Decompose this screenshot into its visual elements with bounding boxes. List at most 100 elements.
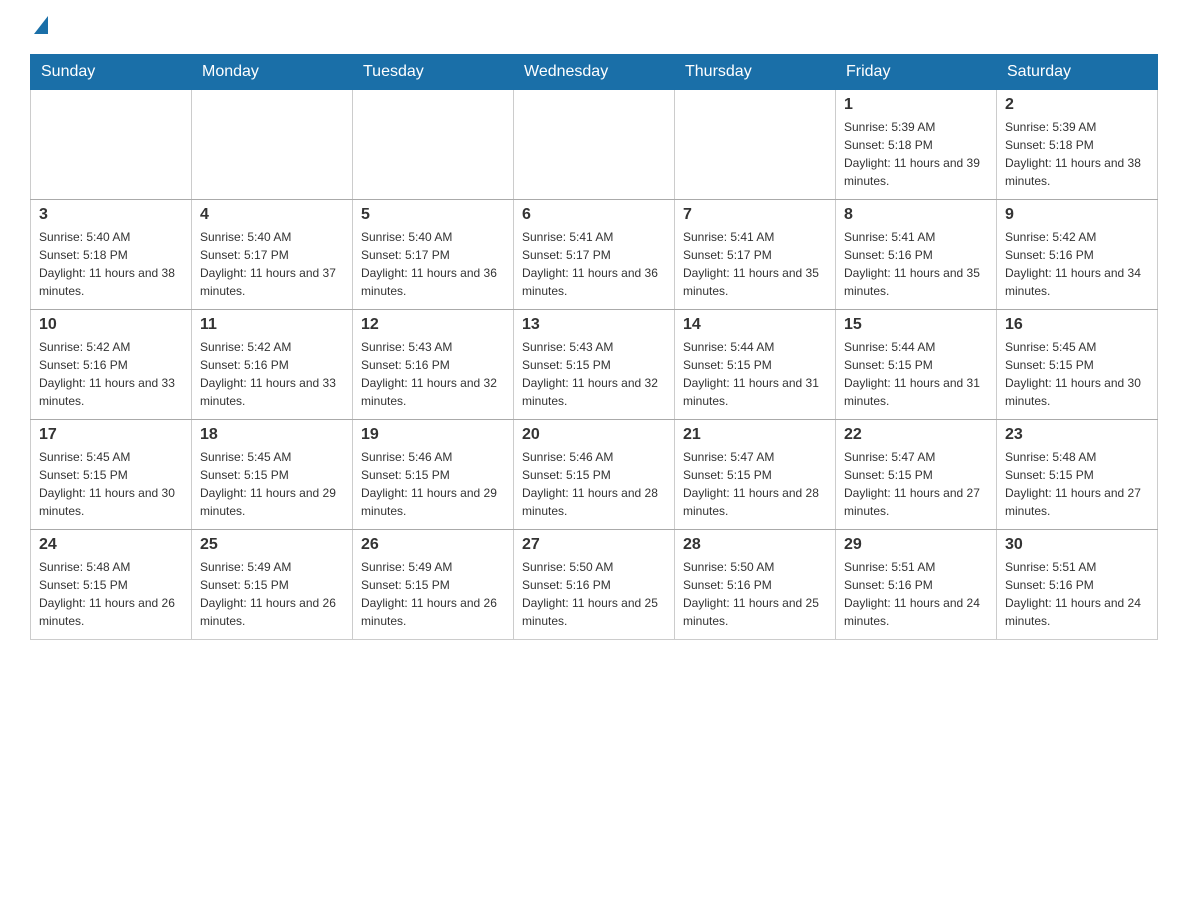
day-number: 13 [522,316,666,334]
weekday-header-monday: Monday [192,55,353,90]
day-info-text: Sunrise: 5:42 AM Sunset: 5:16 PM Dayligh… [1005,230,1141,298]
calendar-cell: 19 Sunrise: 5:46 AM Sunset: 5:15 PM Dayli… [353,420,514,530]
calendar-week-row: 17 Sunrise: 5:45 AM Sunset: 5:15 PM Dayli… [31,420,1158,530]
calendar-cell [675,90,836,200]
logo-blue-text [30,16,48,34]
day-number: 20 [522,426,666,444]
day-number: 4 [200,206,344,224]
day-info-text: Sunrise: 5:44 AM Sunset: 5:15 PM Dayligh… [844,340,980,408]
calendar-cell: 25 Sunrise: 5:49 AM Sunset: 5:15 PM Dayli… [192,530,353,640]
calendar-cell: 1 Sunrise: 5:39 AM Sunset: 5:18 PM Daylig… [836,90,997,200]
weekday-header-saturday: Saturday [997,55,1158,90]
day-number: 17 [39,426,183,444]
day-info-text: Sunrise: 5:40 AM Sunset: 5:18 PM Dayligh… [39,230,175,298]
calendar-cell: 14Sunrise: 5:44 AM Sunset: 5:15 PM Dayli… [675,310,836,420]
day-number: 6 [522,206,666,224]
calendar-cell [31,90,192,200]
calendar-cell [192,90,353,200]
calendar-cell: 10 Sunrise: 5:42 AM Sunset: 5:16 PM Dayli… [31,310,192,420]
day-number: 8 [844,206,988,224]
calendar-cell: 2 Sunrise: 5:39 AM Sunset: 5:18 PM Daylig… [997,90,1158,200]
day-number: 2 [1005,96,1149,114]
calendar-cell: 29Sunrise: 5:51 AM Sunset: 5:16 PM Dayli… [836,530,997,640]
day-number: 18 [200,426,344,444]
weekday-header-tuesday: Tuesday [353,55,514,90]
calendar-cell: 13 Sunrise: 5:43 AM Sunset: 5:15 PM Dayli… [514,310,675,420]
day-info-text: Sunrise: 5:40 AM Sunset: 5:17 PM Dayligh… [200,230,336,298]
calendar-cell [353,90,514,200]
calendar-cell: 24Sunrise: 5:48 AM Sunset: 5:15 PM Dayli… [31,530,192,640]
day-info-text: Sunrise: 5:39 AM Sunset: 5:18 PM Dayligh… [1005,120,1141,188]
day-info-text: Sunrise: 5:43 AM Sunset: 5:16 PM Dayligh… [361,340,497,408]
calendar-cell: 17 Sunrise: 5:45 AM Sunset: 5:15 PM Dayli… [31,420,192,530]
calendar-cell: 9 Sunrise: 5:42 AM Sunset: 5:16 PM Daylig… [997,200,1158,310]
day-info-text: Sunrise: 5:41 AM Sunset: 5:17 PM Dayligh… [522,230,658,298]
day-info-text: Sunrise: 5:43 AM Sunset: 5:15 PM Dayligh… [522,340,658,408]
calendar-cell: 11Sunrise: 5:42 AM Sunset: 5:16 PM Dayli… [192,310,353,420]
calendar-week-row: 1 Sunrise: 5:39 AM Sunset: 5:18 PM Daylig… [31,90,1158,200]
weekday-header-thursday: Thursday [675,55,836,90]
calendar-week-row: 3 Sunrise: 5:40 AM Sunset: 5:18 PM Daylig… [31,200,1158,310]
calendar-cell: 20 Sunrise: 5:46 AM Sunset: 5:15 PM Dayli… [514,420,675,530]
calendar-cell: 12 Sunrise: 5:43 AM Sunset: 5:16 PM Dayli… [353,310,514,420]
day-info-text: Sunrise: 5:50 AM Sunset: 5:16 PM Dayligh… [683,560,819,628]
day-number: 23 [1005,426,1149,444]
calendar-cell: 7 Sunrise: 5:41 AM Sunset: 5:17 PM Daylig… [675,200,836,310]
day-number: 24 [39,536,183,554]
day-number: 9 [1005,206,1149,224]
weekday-header-sunday: Sunday [31,55,192,90]
logo-triangle-icon [34,16,48,34]
weekday-header-wednesday: Wednesday [514,55,675,90]
day-info-text: Sunrise: 5:50 AM Sunset: 5:16 PM Dayligh… [522,560,658,628]
calendar-cell: 21 Sunrise: 5:47 AM Sunset: 5:15 PM Dayli… [675,420,836,530]
day-info-text: Sunrise: 5:47 AM Sunset: 5:15 PM Dayligh… [683,450,819,518]
day-number: 12 [361,316,505,334]
day-info-text: Sunrise: 5:45 AM Sunset: 5:15 PM Dayligh… [1005,340,1141,408]
calendar-cell: 27 Sunrise: 5:50 AM Sunset: 5:16 PM Dayli… [514,530,675,640]
day-number: 16 [1005,316,1149,334]
day-info-text: Sunrise: 5:40 AM Sunset: 5:17 PM Dayligh… [361,230,497,298]
day-info-text: Sunrise: 5:49 AM Sunset: 5:15 PM Dayligh… [200,560,336,628]
day-number: 1 [844,96,988,114]
calendar-cell: 4 Sunrise: 5:40 AM Sunset: 5:17 PM Daylig… [192,200,353,310]
day-number: 28 [683,536,827,554]
calendar-table: SundayMondayTuesdayWednesdayThursdayFrid… [30,54,1158,640]
calendar-cell: 5Sunrise: 5:40 AM Sunset: 5:17 PM Daylig… [353,200,514,310]
calendar-cell: 8 Sunrise: 5:41 AM Sunset: 5:16 PM Daylig… [836,200,997,310]
day-info-text: Sunrise: 5:41 AM Sunset: 5:17 PM Dayligh… [683,230,819,298]
calendar-cell: 15 Sunrise: 5:44 AM Sunset: 5:15 PM Dayli… [836,310,997,420]
calendar-cell: 6 Sunrise: 5:41 AM Sunset: 5:17 PM Daylig… [514,200,675,310]
calendar-cell: 28 Sunrise: 5:50 AM Sunset: 5:16 PM Dayli… [675,530,836,640]
day-info-text: Sunrise: 5:42 AM Sunset: 5:16 PM Dayligh… [200,340,336,408]
day-info-text: Sunrise: 5:49 AM Sunset: 5:15 PM Dayligh… [361,560,497,628]
weekday-header-row: SundayMondayTuesdayWednesdayThursdayFrid… [31,55,1158,90]
day-number: 26 [361,536,505,554]
day-info-text: Sunrise: 5:51 AM Sunset: 5:16 PM Dayligh… [1005,560,1141,628]
calendar-week-row: 24Sunrise: 5:48 AM Sunset: 5:15 PM Dayli… [31,530,1158,640]
day-info-text: Sunrise: 5:41 AM Sunset: 5:16 PM Dayligh… [844,230,980,298]
day-number: 3 [39,206,183,224]
day-info-text: Sunrise: 5:45 AM Sunset: 5:15 PM Dayligh… [39,450,175,518]
day-info-text: Sunrise: 5:46 AM Sunset: 5:15 PM Dayligh… [361,450,497,518]
day-number: 10 [39,316,183,334]
day-info-text: Sunrise: 5:48 AM Sunset: 5:15 PM Dayligh… [1005,450,1141,518]
day-info-text: Sunrise: 5:42 AM Sunset: 5:16 PM Dayligh… [39,340,175,408]
calendar-cell: 16 Sunrise: 5:45 AM Sunset: 5:15 PM Dayli… [997,310,1158,420]
day-number: 30 [1005,536,1149,554]
day-info-text: Sunrise: 5:51 AM Sunset: 5:16 PM Dayligh… [844,560,980,628]
day-info-text: Sunrise: 5:39 AM Sunset: 5:18 PM Dayligh… [844,120,980,188]
day-number: 25 [200,536,344,554]
calendar-week-row: 10 Sunrise: 5:42 AM Sunset: 5:16 PM Dayli… [31,310,1158,420]
day-number: 15 [844,316,988,334]
day-number: 7 [683,206,827,224]
day-number: 22 [844,426,988,444]
calendar-cell: 22Sunrise: 5:47 AM Sunset: 5:15 PM Dayli… [836,420,997,530]
calendar-cell: 30 Sunrise: 5:51 AM Sunset: 5:16 PM Dayli… [997,530,1158,640]
day-info-text: Sunrise: 5:46 AM Sunset: 5:15 PM Dayligh… [522,450,658,518]
calendar-cell [514,90,675,200]
calendar-cell: 23 Sunrise: 5:48 AM Sunset: 5:15 PM Dayli… [997,420,1158,530]
day-info-text: Sunrise: 5:44 AM Sunset: 5:15 PM Dayligh… [683,340,819,408]
day-number: 19 [361,426,505,444]
day-number: 21 [683,426,827,444]
day-number: 27 [522,536,666,554]
